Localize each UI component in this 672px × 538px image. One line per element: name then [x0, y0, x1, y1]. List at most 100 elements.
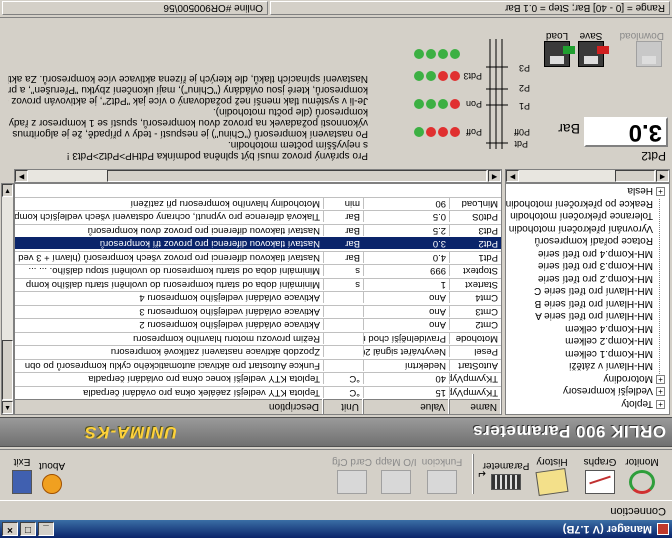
exit-door-icon — [12, 470, 32, 494]
column-header-value[interactable]: Value — [363, 399, 449, 414]
compressor-on-icon — [426, 99, 436, 109]
table-row[interactable]: Startext 1 s Minimální doba od startu kompr… — [14, 278, 501, 290]
tree-item[interactable]: Vyrovnání překročení motohodin — [509, 222, 653, 235]
column-header-name[interactable]: Name — [449, 399, 501, 414]
tree-node[interactable]: +Vedlejší kompresory — [563, 385, 665, 398]
tree-item[interactable]: Rotace pořadí kompresorů — [535, 235, 653, 248]
maximize-button[interactable]: □ — [20, 522, 36, 536]
cell-value[interactable]: Nevytvářet signál 20mA — [363, 345, 449, 358]
cell-value[interactable]: 40 — [363, 372, 449, 385]
parameter-label: Parameter — [482, 460, 530, 471]
table-row[interactable]: TKyvmpVyp 40 °C Teplota KTY vedlejší konec … — [14, 372, 501, 385]
save-button[interactable]: Save — [576, 30, 609, 67]
scroll-right-button[interactable]: ▶ — [506, 170, 519, 182]
scroll-right-button[interactable]: ▶ — [15, 170, 28, 182]
load-disk-icon — [544, 41, 575, 67]
column-header-description[interactable]: Description — [14, 399, 323, 414]
table-row[interactable]: MotohodePravidelnější chod motoru Režim p… — [14, 332, 501, 344]
exit-button[interactable]: Exit — [0, 450, 50, 498]
tree-item[interactable]: Reakce po překročení motohodin — [506, 197, 653, 210]
cell-value[interactable]: 3.0 — [363, 237, 449, 250]
parameter-value-field[interactable]: 3.0 — [584, 117, 668, 147]
table-header: Name Value Unit Description — [14, 399, 501, 414]
tree-item-label: MH-Hlavní pro třetí serie A — [535, 310, 653, 322]
cell-unit: Bar — [323, 251, 363, 263]
cell-value[interactable]: 2.5 — [363, 224, 449, 236]
menu-bar: Connection — [0, 502, 672, 520]
cell-desc: Teplota KTY vedlejší konec okna pro ovlá… — [14, 372, 323, 385]
tree-item[interactable]: MH-Komp.3 pro třetí serie — [538, 260, 653, 273]
scroll-left-button[interactable]: ◀ — [656, 170, 669, 182]
cell-value[interactable]: Nedekrtní — [363, 359, 449, 371]
tree-item[interactable]: Tolerance překročení motohodin — [510, 210, 653, 223]
table-row[interactable]: Cmt3 Ano Aktivace ovládání vedlejšího komp… — [14, 305, 501, 317]
column-header-unit[interactable]: Unit — [323, 399, 363, 414]
cell-value[interactable]: 999 — [363, 264, 449, 277]
table-row[interactable]: Pdt3 2.5 Bar Nastaví tlakovou diferenci pro… — [14, 224, 501, 236]
cell-value[interactable]: 4.0 — [363, 251, 449, 263]
scroll-up-button[interactable]: ▲ — [2, 401, 13, 414]
table-row[interactable]: AutoStart Nedekrtní Funkce Autostart pro a… — [14, 359, 501, 371]
tree-item[interactable]: MH-Komp.2 pro třetí serie — [538, 272, 653, 285]
tree-item[interactable]: MH-Hlavní pro třetí serie A — [535, 310, 653, 323]
tree-item[interactable]: MH-Komp.4 pro třetí serie — [538, 247, 653, 260]
cell-value[interactable]: 0.5 — [363, 210, 449, 223]
table-row[interactable]: MinLoad 90 min Motohodiny hlavního kompreso… — [14, 197, 501, 209]
card-cfg-button[interactable]: Card Cfg — [324, 450, 380, 498]
cell-unit: min — [323, 197, 363, 209]
cell-value[interactable]: Ano — [363, 291, 449, 304]
expand-toggle-icon[interactable]: + — [656, 187, 665, 197]
scroll-thumb[interactable] — [2, 340, 13, 400]
load-button[interactable]: Load — [542, 30, 575, 67]
download-label: Download — [619, 30, 664, 41]
menu-connection[interactable]: Connection — [610, 505, 666, 517]
tree-item[interactable]: MH-Komp.1 celkem — [565, 347, 653, 360]
graphs-button[interactable]: Graphs — [572, 450, 628, 498]
scroll-thumb[interactable] — [615, 170, 655, 182]
table-row[interactable]: PeselNevytvářet signál 20mA Zpozdob aktiv… — [14, 345, 501, 358]
tree-item[interactable]: MH-Komp.4 celkem — [565, 322, 653, 335]
cell-value[interactable]: 90 — [363, 197, 449, 209]
expand-toggle-icon[interactable]: + — [656, 375, 665, 384]
tree-item[interactable]: MH-Komp.2 celkem — [565, 335, 653, 348]
parameter-button[interactable]: Parameter — [478, 450, 534, 498]
load-arrow-icon — [563, 46, 575, 54]
expand-toggle-icon[interactable]: + — [656, 400, 665, 409]
table-row[interactable]: Cmt4 Ano Aktivace ovládání vedlejšího komp… — [14, 291, 501, 304]
cell-value[interactable]: 1 — [363, 278, 449, 290]
cell-value[interactable]: Ano — [363, 305, 449, 317]
tree-item-label: Teploty — [621, 398, 653, 409]
tree-item[interactable]: MH-Hlavní v zátěži — [569, 360, 653, 373]
table-vertical-scrollbar[interactable]: ▲ ▼ — [1, 183, 14, 415]
download-button[interactable]: Download — [619, 30, 664, 67]
tree-horizontal-scrollbar[interactable]: ◀ ▶ — [505, 169, 670, 183]
expand-toggle-icon[interactable]: + — [656, 387, 665, 397]
description-line: výkonnosti požadavek na provoz dvou komp… — [8, 117, 368, 128]
scroll-down-button[interactable]: ▼ — [2, 184, 13, 197]
tree-node[interactable]: +Hesla — [627, 185, 665, 198]
scroll-thumb[interactable] — [107, 170, 487, 182]
table-row[interactable]: Pdt1 4.0 Bar Nastaví tlakovou diferenci pro… — [14, 251, 501, 263]
table-row[interactable]: TKyvmpVyp 15 °C Teplota KTY vedlejší zaéále… — [14, 386, 501, 398]
tree-item[interactable]: MH-Hlavní pro třetí serie B — [535, 297, 653, 310]
tree-item[interactable]: MH-Hlavní pro třetí serie C — [534, 285, 653, 298]
cell-value[interactable]: Ano — [363, 318, 449, 331]
minimize-button[interactable]: _ — [38, 522, 54, 536]
table-horizontal-scrollbar[interactable]: ◀ ▶ — [14, 169, 502, 183]
table-row-selected[interactable]: Pdt2 3.0 Bar Nastaví tlakovou diferenci pro… — [14, 237, 501, 250]
parameter-description: Pro správný provoz musí být splněna podm… — [8, 73, 368, 161]
scroll-left-button[interactable]: ◀ — [488, 170, 501, 182]
close-button[interactable]: × — [2, 522, 18, 536]
cell-value[interactable]: Pravidelnější chod motoru — [363, 332, 449, 344]
compressor-state-row-4 — [414, 49, 460, 59]
tree-item-label: Vyrovnání překročení motohodin — [508, 223, 653, 234]
cell-unit: Bar — [323, 237, 363, 250]
cell-value[interactable]: 15 — [363, 386, 449, 398]
table-row[interactable]: Cmt2 Ano Aktivace ovládání vedlejšího komp… — [14, 318, 501, 331]
tree-node[interactable]: +Teploty — [621, 397, 665, 410]
tree-node[interactable]: +Motorodiny — [604, 372, 665, 385]
table-row[interactable]: Stoptext 999 s Minimální doba od startu kom… — [14, 264, 501, 277]
description-line: Nastavení spínacích tlaků, dle kterých j… — [8, 73, 368, 84]
cell-unit: s — [323, 264, 363, 277]
table-row[interactable]: Pdt0S 0.5 Bar Tlaková diference pro vypnutí… — [14, 210, 501, 223]
